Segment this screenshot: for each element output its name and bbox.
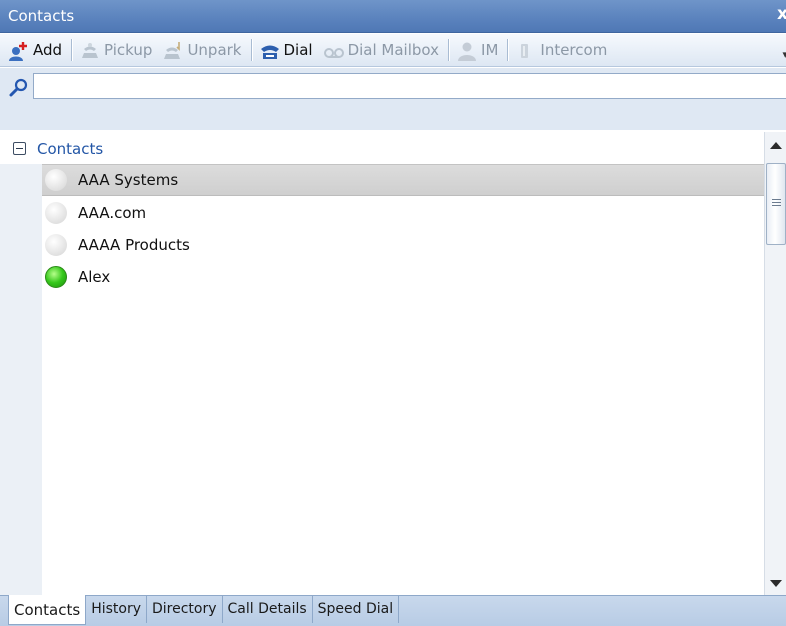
scrollbar-thumb[interactable] [766,163,786,245]
unpark-button[interactable]: Unpark [158,37,247,63]
im-button[interactable]: IM [452,37,504,63]
toolbar-separator [448,39,450,61]
speaker-icon [515,40,535,60]
tab-history[interactable]: History [86,596,147,623]
contact-name: AAA Systems [78,171,179,189]
toolbar-separator [250,39,252,61]
scroll-up-icon[interactable] [770,142,782,149]
online-status-icon [45,266,67,288]
offline-status-icon [45,234,67,256]
add-contact-icon [8,40,28,61]
contact-name: AAAA Products [78,236,190,254]
im-button-label: IM [481,41,499,59]
add-button-label: Add [33,41,63,59]
toolbar-overflow-icon[interactable]: ▾ [782,48,786,61]
pickup-button[interactable]: Pickup [75,37,158,63]
window-title: Contacts [8,7,75,25]
scroll-down-icon[interactable] [770,580,782,587]
contacts-tree: Contacts AAA Systems AAA.com AAAA Produc… [0,132,766,595]
tab-contacts[interactable]: Contacts [8,595,87,625]
search-input[interactable] [33,73,786,99]
collapse-icon[interactable] [13,142,26,155]
grip-icon [772,199,781,208]
bottom-tabs: Contacts History Directory Call Details … [0,595,786,626]
person-icon [456,40,477,61]
vertical-scrollbar[interactable] [764,132,786,595]
add-button[interactable]: Add [4,37,68,63]
tab-directory[interactable]: Directory [147,596,223,623]
offline-status-icon [45,169,67,191]
search-icon [8,77,30,99]
unpark-icon [162,40,182,60]
contact-row[interactable]: AAAA Products [42,229,764,261]
dial-button-label: Dial [283,41,313,59]
toolbar: Add Pickup Unpark Dial Dial Mailbox IM I… [0,34,786,67]
dial-mailbox-button-label: Dial Mailbox [347,41,440,59]
intercom-button[interactable]: Intercom [511,37,613,63]
pickup-button-label: Pickup [104,41,153,59]
toolbar-separator [507,39,509,61]
close-icon[interactable]: x [777,4,786,24]
tree-gutter [0,164,42,595]
contact-row[interactable]: AAA.com [42,197,764,229]
contact-row[interactable]: Alex [42,261,764,293]
offline-status-icon [45,202,67,224]
unpark-button-label: Unpark [187,41,242,59]
dial-button[interactable]: Dial [255,37,319,63]
contact-row[interactable]: AAA Systems [42,164,764,196]
contact-name: Alex [78,268,111,286]
search-bar [0,68,786,130]
tab-speed-dial[interactable]: Speed Dial [313,596,400,623]
pickup-icon [79,40,99,60]
intercom-button-label: Intercom [540,41,608,59]
contact-name: AAA.com [78,204,147,222]
tab-call-details[interactable]: Call Details [223,596,313,623]
voicemail-icon [323,40,344,60]
phone-icon [259,40,279,60]
dial-mailbox-button[interactable]: Dial Mailbox [319,37,445,63]
title-bar: Contacts x [0,0,786,33]
contacts-group-label[interactable]: Contacts [37,140,103,158]
toolbar-separator [71,39,73,61]
